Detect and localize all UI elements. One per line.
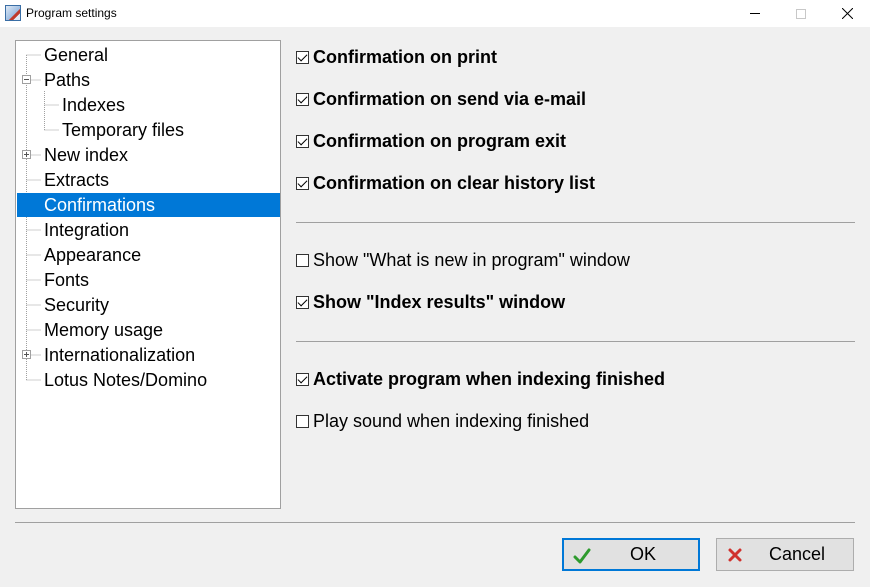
tree-item-extracts[interactable]: Extracts — [43, 169, 110, 191]
expand-icon[interactable] — [22, 150, 31, 159]
tree-item-general[interactable]: General — [43, 44, 109, 66]
option-show-whats-new[interactable]: Show "What is new in program" window — [296, 249, 630, 271]
tree-item-lotus-notes-domino[interactable]: Lotus Notes/Domino — [43, 369, 208, 391]
footer-separator — [15, 522, 855, 523]
checkbox[interactable] — [296, 295, 309, 309]
collapse-icon[interactable] — [22, 75, 31, 84]
option-activate-when-finished[interactable]: Activate program when indexing finished — [296, 368, 665, 390]
checkbox[interactable] — [296, 253, 309, 267]
checkbox[interactable] — [296, 414, 309, 428]
tree-item-confirmations[interactable]: Confirmations — [17, 193, 280, 217]
tree-item-appearance[interactable]: Appearance — [43, 244, 142, 266]
tree-item-fonts[interactable]: Fonts — [43, 269, 90, 291]
option-confirm-email[interactable]: Confirmation on send via e-mail — [296, 88, 586, 110]
cross-icon — [728, 548, 742, 562]
option-label: Confirmation on print — [313, 46, 497, 67]
tree-item-security[interactable]: Security — [43, 294, 110, 316]
minimize-button[interactable] — [732, 0, 778, 27]
checkbox[interactable] — [296, 92, 309, 106]
minimize-icon — [750, 13, 760, 14]
option-label: Confirmation on clear history list — [313, 172, 596, 193]
maximize-icon — [796, 8, 806, 19]
settings-tree[interactable]: General Paths Indexes Temporary files Ne… — [15, 40, 281, 509]
window-title: Program settings — [26, 6, 117, 20]
ok-button[interactable]: OK — [562, 538, 700, 571]
option-label: Activate program when indexing finished — [313, 368, 666, 389]
option-label: Show "What is new in program" window — [313, 249, 630, 270]
checkmark-icon — [573, 548, 591, 564]
app-icon — [5, 5, 21, 21]
tree-item-new-index[interactable]: New index — [43, 144, 129, 166]
tree-item-memory-usage[interactable]: Memory usage — [43, 319, 164, 341]
option-confirm-print[interactable]: Confirmation on print — [296, 46, 497, 68]
option-play-sound[interactable]: Play sound when indexing finished — [296, 410, 589, 432]
tree-item-indexes[interactable]: Indexes — [61, 94, 126, 116]
checkbox[interactable] — [296, 50, 309, 64]
checkbox[interactable] — [296, 176, 309, 190]
checkbox[interactable] — [296, 134, 309, 148]
option-confirm-clear-history[interactable]: Confirmation on clear history list — [296, 172, 595, 194]
checkbox[interactable] — [296, 372, 309, 386]
close-icon — [841, 8, 853, 19]
title-bar: Program settings — [0, 0, 870, 27]
maximize-button — [778, 0, 824, 27]
option-show-index-results[interactable]: Show "Index results" window — [296, 291, 565, 313]
separator — [296, 341, 855, 342]
tree-item-paths[interactable]: Paths — [43, 69, 91, 91]
tree-item-internationalization[interactable]: Internationalization — [43, 344, 196, 366]
expand-icon[interactable] — [22, 350, 31, 359]
separator — [296, 222, 855, 223]
option-confirm-exit[interactable]: Confirmation on program exit — [296, 130, 566, 152]
tree-item-integration[interactable]: Integration — [43, 219, 130, 241]
option-label: Show "Index results" window — [313, 291, 566, 312]
tree-item-temporary-files[interactable]: Temporary files — [61, 119, 185, 141]
option-label: Confirmation on program exit — [313, 130, 567, 151]
option-label: Confirmation on send via e-mail — [313, 88, 587, 109]
cancel-button[interactable]: Cancel — [716, 538, 854, 571]
option-label: Play sound when indexing finished — [313, 410, 590, 431]
close-button[interactable] — [824, 0, 870, 27]
